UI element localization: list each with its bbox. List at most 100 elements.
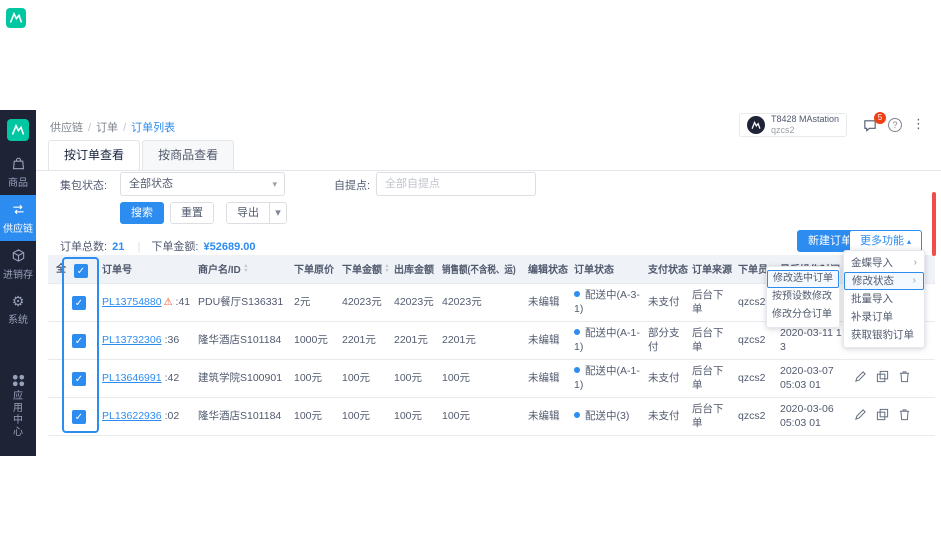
grid-icon xyxy=(12,374,24,387)
export-dropdown-button[interactable]: ▾ xyxy=(269,202,287,224)
order-number-link[interactable]: PL13646991 xyxy=(102,372,162,384)
summary-divider: | xyxy=(137,241,141,253)
order-number-link[interactable]: PL13732306 xyxy=(102,334,162,346)
row-select-cell: ✓ xyxy=(48,359,98,398)
message-icon[interactable]: 5 xyxy=(862,112,886,133)
column-header: 商户名/ID ▲ ▼ xyxy=(194,255,290,284)
package-status-label: 集包状态: xyxy=(60,180,108,192)
menu-item[interactable]: 获取银豹订单 xyxy=(844,326,924,344)
order-amount: ¥52689.00 xyxy=(203,241,256,253)
caret-up-icon: ▴ xyxy=(906,237,911,246)
user-meta: T8428 MAstation qzcs2 xyxy=(771,114,839,136)
order-number-link[interactable]: PL13622936 xyxy=(102,410,162,422)
row-checkbox[interactable]: ✓ xyxy=(72,372,86,386)
scrollbar-indicator[interactable] xyxy=(932,192,936,256)
original-price-cell: 100元 xyxy=(290,397,338,436)
breadcrumb-item[interactable]: 供应链 xyxy=(50,122,83,134)
pay-status-cell: 未支付 xyxy=(644,397,688,436)
more-menu: 金蝶导入 › 修改状态 › 批量导入 补录订单 获取银豹订单 xyxy=(843,250,925,348)
edit-status-cell: 未编辑 xyxy=(524,321,570,360)
menu-item[interactable]: 修改状态 › xyxy=(844,272,924,290)
sort-icon[interactable]: ▲ ▼ xyxy=(243,264,249,274)
help-icon[interactable]: ? xyxy=(888,118,902,132)
order-count: 21 xyxy=(112,241,125,253)
reset-button[interactable]: 重置 xyxy=(170,202,214,224)
sidebar-item-label: 应用中心 xyxy=(13,391,23,438)
order-amount-cell: 2201元 xyxy=(338,321,390,360)
sidebar-item-system[interactable]: ⚙ 系统 xyxy=(0,287,36,332)
delete-icon[interactable] xyxy=(898,408,911,421)
order-status-text: 配送中(A-1-1) xyxy=(574,327,640,353)
menu-item[interactable]: 金蝶导入 › xyxy=(844,254,924,272)
package-status-select[interactable]: 全部状态 ▾ xyxy=(120,172,285,196)
menu-item[interactable]: 批量导入 xyxy=(844,290,924,308)
sidebar-item-goods[interactable]: 商品 xyxy=(0,149,36,195)
submenu-item[interactable]: 按预设数修改 xyxy=(767,288,839,306)
edit-icon[interactable] xyxy=(854,408,867,421)
operator-cell: qzcs2 xyxy=(734,397,776,436)
submenu-item-label: 修改分仓订单 xyxy=(772,309,832,320)
delete-icon[interactable] xyxy=(898,370,911,383)
sidebar-item-app-center[interactable]: 应用中心 xyxy=(0,366,36,445)
user-name: T8428 MAstation xyxy=(770,114,839,124)
submenu-item[interactable]: 修改选中订单 xyxy=(767,270,839,288)
menu-item-label: 金蝶导入 xyxy=(851,257,893,269)
operator-cell: qzcs2 xyxy=(734,359,776,398)
check-icon: ✓ xyxy=(76,265,86,277)
sidebar-item-inventory[interactable]: 进销存 xyxy=(0,241,36,287)
order-status-cell: 配送中(A-3-1) xyxy=(570,283,644,322)
arrow-right-icon: › xyxy=(913,257,917,268)
breadcrumb-item[interactable]: 订单 xyxy=(96,122,118,134)
order-number-link[interactable]: PL13754880 xyxy=(102,296,162,308)
gear-icon: ⚙ xyxy=(11,293,25,309)
tab-product-view[interactable]: 按商品查看 xyxy=(142,140,235,170)
modify-status-submenu: 修改选中订单 按预设数修改 修改分仓订单 xyxy=(766,266,840,328)
source-cell: 后台下单 xyxy=(688,321,734,360)
supply-chain-icon xyxy=(12,204,24,215)
sidebar-item-label: 进销存 xyxy=(3,270,33,281)
user-menu[interactable]: T8428 MAstation qzcs2 xyxy=(738,113,847,137)
order-number-cell: PL13754880 ⚠:41 xyxy=(98,283,194,322)
merchant-cell: 建筑学院S100901 xyxy=(194,359,290,398)
check-icon: ✓ xyxy=(74,298,84,309)
status-dot xyxy=(574,291,580,297)
column-header: 支付状态 xyxy=(644,255,688,284)
sidebar-item-supply-chain[interactable]: 供应链 xyxy=(0,195,36,241)
menu-item[interactable]: 补录订单 xyxy=(844,308,924,326)
copy-icon[interactable] xyxy=(876,370,889,383)
more-options-icon[interactable]: ⋮ xyxy=(912,116,925,132)
sidebar-logo xyxy=(7,119,29,141)
row-checkbox[interactable]: ✓ xyxy=(72,410,86,424)
row-checkbox[interactable]: ✓ xyxy=(72,296,86,310)
menu-item-label: 获取银豹订单 xyxy=(851,329,914,341)
summary: 订单总数: 21 | 下单金额: ¥52689.00 xyxy=(60,238,257,254)
merchant-cell: 隆华酒店S101184 xyxy=(194,397,290,436)
status-dot xyxy=(574,329,580,335)
pickup-input[interactable] xyxy=(376,172,536,196)
column-header: 下单金额 ▲ ▼ xyxy=(338,255,390,284)
outbound-amount-cell: 100元 xyxy=(390,397,438,436)
source-cell: 后台下单 xyxy=(688,397,734,436)
more-actions-button[interactable]: 更多功能 ▴ xyxy=(848,230,922,252)
row-checkbox[interactable]: ✓ xyxy=(72,334,86,348)
original-price-cell: 2元 xyxy=(290,283,338,322)
row-actions-cell xyxy=(848,359,935,398)
merchant-cell: PDU餐厅S136331 xyxy=(194,283,290,322)
table-row: ✓ PL13622936:02 隆华酒店S101184 100元 100元 10… xyxy=(48,397,935,436)
submenu-item-label: 修改选中订单 xyxy=(773,273,833,284)
column-header: 订单来源 xyxy=(688,255,734,284)
order-time-fragment: :36 xyxy=(164,334,180,346)
logo-zigzag-icon xyxy=(11,124,25,135)
outbound-amount-cell: 100元 xyxy=(390,359,438,398)
select-all-header: 全 ✓ xyxy=(48,255,98,284)
sort-icon[interactable]: ▲ ▼ xyxy=(384,264,390,274)
breadcrumb: 供应链 / 订单 / 订单列表 xyxy=(50,119,175,135)
copy-icon[interactable] xyxy=(876,408,889,421)
column-header: 下单原价 xyxy=(290,255,338,284)
tab-order-view[interactable]: 按订单查看 xyxy=(48,140,141,170)
submenu-item[interactable]: 修改分仓订单 xyxy=(767,306,839,324)
search-button[interactable]: 搜索 xyxy=(120,202,164,224)
edit-icon[interactable] xyxy=(854,370,867,383)
select-all-checkbox[interactable]: ✓ xyxy=(74,263,88,278)
export-button[interactable]: 导出 xyxy=(226,202,270,224)
